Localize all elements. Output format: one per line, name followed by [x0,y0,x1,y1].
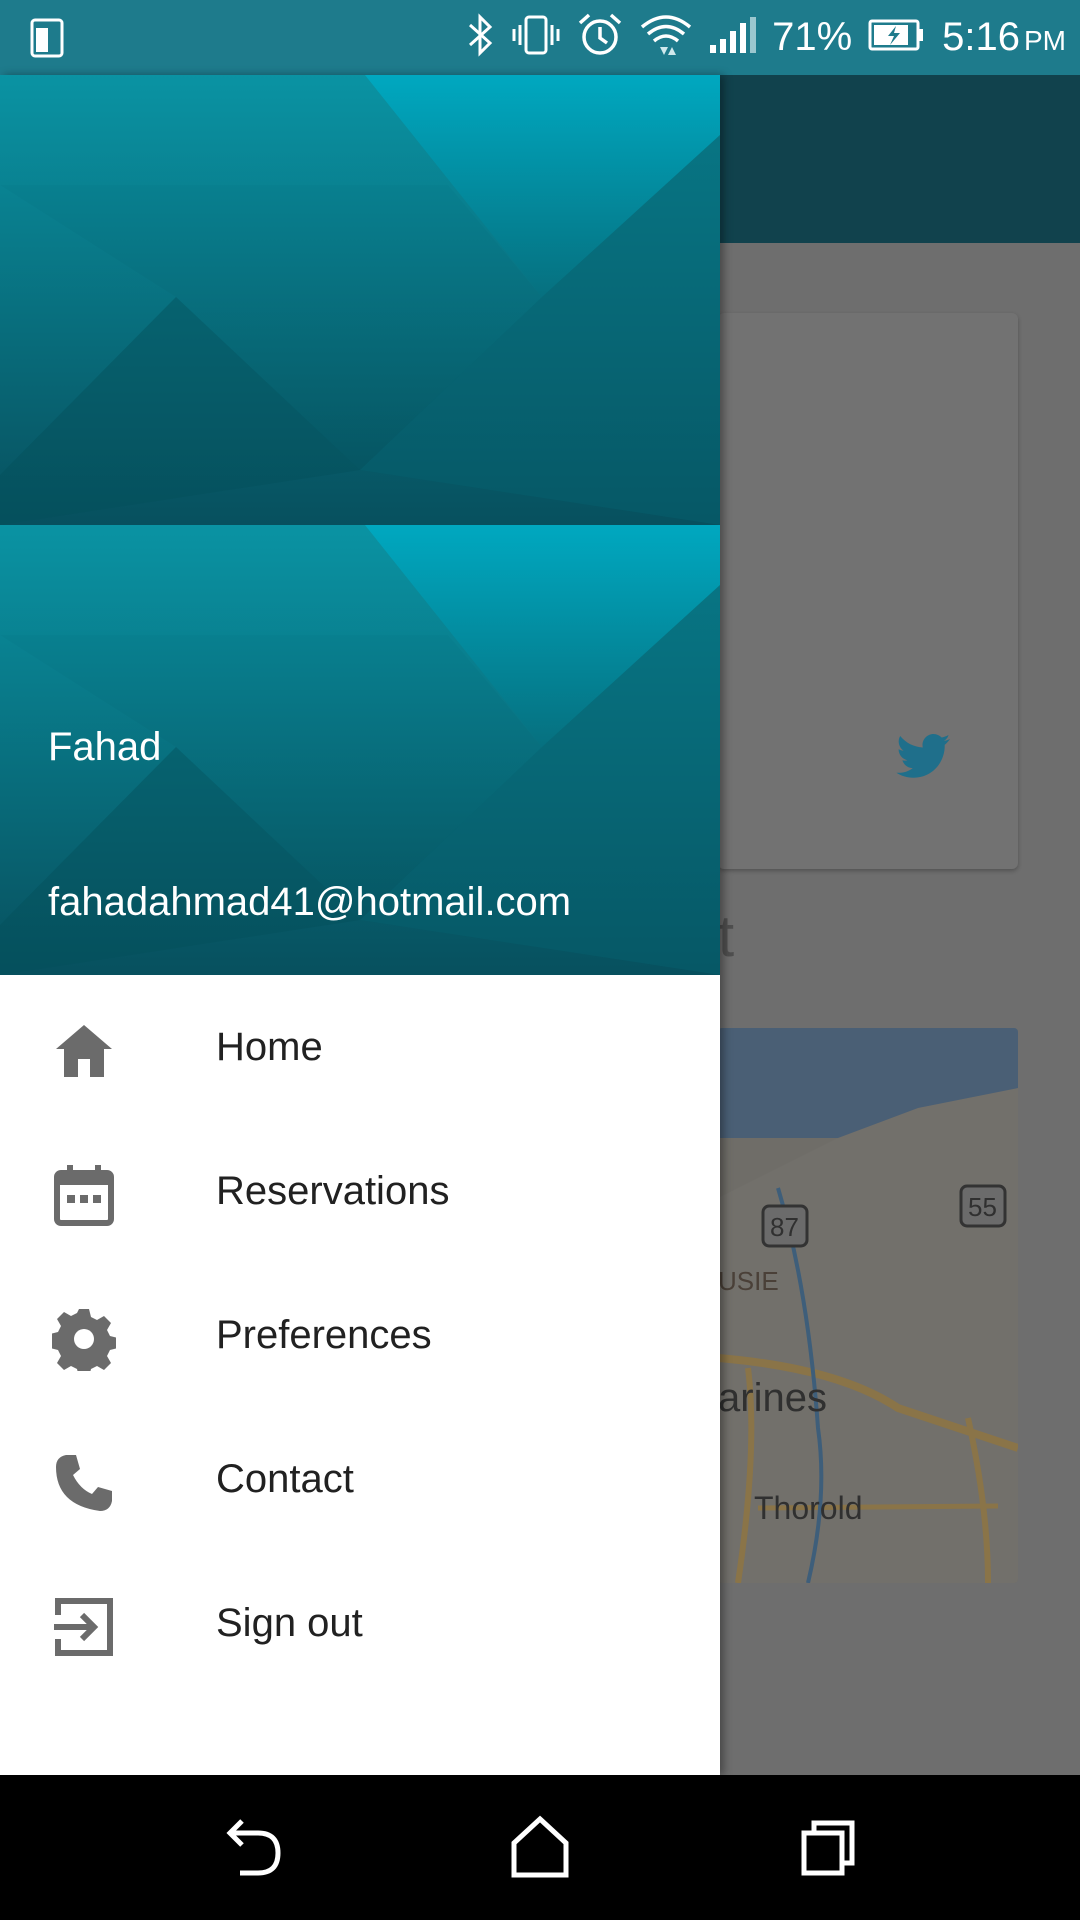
signal-icon [708,15,757,60]
wifi-icon [640,11,692,64]
menu-item-contact[interactable]: Contact [0,1407,720,1551]
city-label: arines [718,1376,827,1420]
menu-item-sign-out[interactable]: Sign out [0,1551,720,1695]
navigation-bar [0,1775,1080,1920]
background-map: 87 55 USIE arines Thorold [718,1028,1018,1583]
device-icon [28,16,72,65]
menu-item-preferences[interactable]: Preferences [0,1263,720,1407]
area-label: USIE [718,1266,779,1296]
menu-label-preferences: Preferences [216,1313,432,1357]
battery-percent: 71% [772,15,853,59]
route-55-label: 55 [968,1192,997,1222]
menu-label-home: Home [216,1025,323,1069]
home-icon [52,1019,116,1083]
vibrate-icon [512,13,560,62]
user-email: fahadahmad41@hotmail.com [48,880,572,924]
calendar-icon [52,1163,116,1227]
navigation-drawer: Fahad fahadahmad41@hotmail.com Home Rese… [0,75,720,1775]
menu-item-home[interactable]: Home [0,975,720,1119]
alarm-icon [576,11,624,64]
gear-icon [50,1307,118,1377]
drawer-header: Fahad fahadahmad41@hotmail.com [0,75,720,975]
menu-label-reservations: Reservations [216,1169,450,1213]
phone-icon [52,1451,116,1515]
menu-item-reservations[interactable]: Reservations [0,1119,720,1263]
menu-label-sign-out: Sign out [216,1601,363,1645]
background-card [718,313,1018,869]
clock: 5:16 PM [942,15,1066,59]
recents-icon[interactable] [792,1811,864,1883]
drawer-menu: Home Reservations Preferences Contact Si… [0,975,720,1695]
background-heading: t [718,904,735,969]
menu-label-contact: Contact [216,1457,354,1501]
user-name: Fahad [48,725,162,769]
route-87-label: 87 [770,1212,799,1242]
battery-charging-icon [868,17,926,58]
back-icon[interactable] [218,1811,290,1883]
sign-out-icon [52,1595,116,1659]
town-label: Thorold [754,1490,863,1526]
status-bar: 71% 5:16 PM [0,0,1080,75]
twitter-icon [896,733,952,786]
home-nav-icon[interactable] [504,1811,576,1883]
header-background [0,75,720,975]
bluetooth-icon [464,13,496,62]
